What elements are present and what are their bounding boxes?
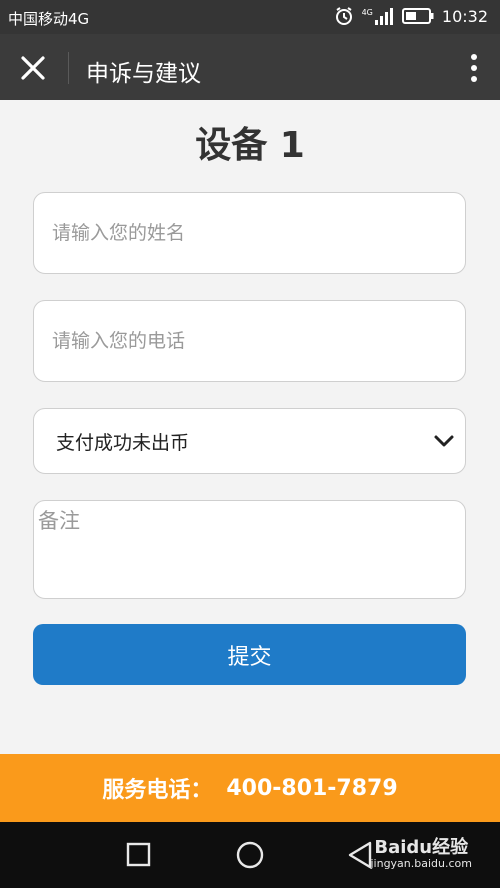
issue-select-value: 支付成功未出币 xyxy=(56,431,190,454)
issue-select[interactable]: 支付成功未出币 xyxy=(33,408,466,474)
carrier-label: 中国移动4G xyxy=(8,10,90,28)
battery-icon xyxy=(401,8,434,24)
alarm-icon xyxy=(335,7,352,25)
close-icon[interactable] xyxy=(18,53,48,83)
service-phone-bar[interactable]: 服务电话： 400-801-7879 xyxy=(0,754,500,822)
chevron-down-icon xyxy=(434,435,454,447)
home-icon[interactable] xyxy=(235,840,265,870)
watermark-brand: Baidu经验 xyxy=(374,837,469,858)
more-vertical-icon[interactable] xyxy=(468,52,480,84)
network-badge: 4G xyxy=(362,7,394,25)
phone-input[interactable] xyxy=(34,301,465,381)
watermark-domain: jingyan.baidu.com xyxy=(370,856,472,870)
remarks-field-container xyxy=(33,500,466,599)
submit-button[interactable]: 提交 xyxy=(33,624,466,685)
page-title: 设备 1 xyxy=(195,125,305,166)
baidu-jingyan-watermark: Baidu经验 jingyan.baidu.com xyxy=(370,838,472,870)
app-bar-title: 申诉与建议 xyxy=(86,61,201,87)
signal-icon xyxy=(374,8,393,25)
name-input[interactable] xyxy=(34,193,465,273)
phone-field-container xyxy=(33,300,466,382)
app-bar-divider xyxy=(68,52,69,84)
service-phone-number[interactable]: 400-801-7879 xyxy=(226,776,397,801)
recent-apps-icon[interactable] xyxy=(126,842,152,868)
name-field-container xyxy=(33,192,466,274)
system-nav-bar: Baidu经验 jingyan.baidu.com xyxy=(0,822,500,888)
status-icons: 4G 10:32 xyxy=(334,6,488,26)
status-bar: 中国移动4G 4G 10:32 xyxy=(0,0,500,34)
clock: 10:32 xyxy=(441,6,488,26)
remarks-textarea[interactable] xyxy=(34,501,465,598)
service-phone-label: 服务电话： xyxy=(102,778,213,803)
app-bar: 申诉与建议 xyxy=(0,34,500,100)
